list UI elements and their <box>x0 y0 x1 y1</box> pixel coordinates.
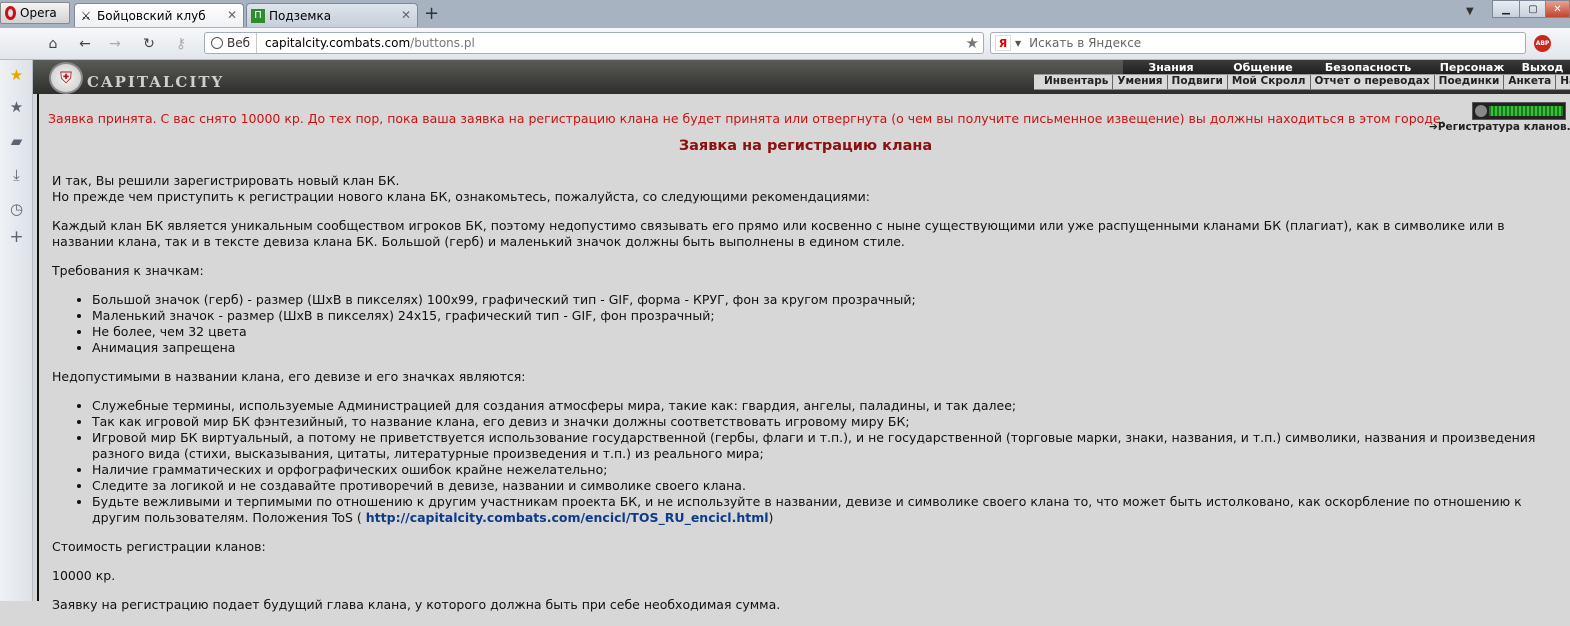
key-icon[interactable]: ⚷ <box>172 35 190 53</box>
tab-title: Бойцовский клуб <box>97 8 206 23</box>
sub-menu: Инвентарь Умения Подвиги Мой Скролл Отче… <box>1034 74 1570 90</box>
tos-link[interactable]: http://capitalcity.combats.com/encicl/TO… <box>366 510 769 525</box>
capitalcity-crest-icon: ⛨ <box>49 62 83 94</box>
clan-registry-label: Регистратура кланов. <box>1437 121 1570 133</box>
search-placeholder: Искать в Яндексе <box>1029 36 1142 50</box>
tab-podzemka[interactable]: П Подземка ✕ <box>246 3 418 27</box>
close-icon[interactable]: ✕ <box>227 8 237 22</box>
bookmarks-star-icon[interactable]: ★ <box>8 98 25 116</box>
new-tab-button[interactable]: + <box>424 3 439 24</box>
sub-menu-item-profile[interactable]: Анкета <box>1504 75 1557 89</box>
sub-menu-item-achievements[interactable]: Подвиги <box>1168 75 1228 89</box>
forbidden-heading: Недопустимыми в названии клана, его деви… <box>52 369 526 384</box>
page-title: Заявка на регистрацию клана <box>678 138 933 154</box>
list-item: Следите за логикой и не создавайте проти… <box>92 478 1567 494</box>
side-panel: ★ ★ ▰ ⤓ ◷ + <box>0 60 33 601</box>
downloads-icon[interactable]: ⤓ <box>8 166 25 184</box>
top-menu-item-knowledge[interactable]: Знания <box>1123 60 1219 74</box>
forward-icon[interactable]: → <box>106 35 124 53</box>
cost-label: Стоимость регистрации кланов: <box>52 539 266 554</box>
list-item: Большой значок (герб) - размер (ШхВ в пи… <box>92 292 1567 308</box>
home-icon[interactable]: ⌂ <box>44 35 62 53</box>
yandex-icon: Я <box>995 35 1011 51</box>
top-menu-item-chat[interactable]: Общение <box>1219 60 1307 74</box>
page-content: Заявка принята. С вас снято 10000 кр. До… <box>37 94 1570 612</box>
top-menu: Знания Общение Безопасность Персонаж Вых… <box>1123 60 1570 74</box>
reload-icon[interactable]: ↻ <box>140 35 158 53</box>
status-widget[interactable] <box>1472 102 1566 120</box>
list-item: Наличие грамматических и орфографических… <box>92 462 1567 478</box>
list-item: Не более, чем 32 цвета <box>92 324 1567 340</box>
tos-close-paren: ) <box>768 510 774 525</box>
navigation-bar: ⌂ ← → ↻ ⚷ Веб capitalcity.combats.com/bu… <box>0 28 1570 60</box>
sub-menu-item-inventory[interactable]: Инвентарь <box>1034 75 1114 89</box>
status-gear-icon <box>1475 105 1487 117</box>
notes-icon[interactable]: ▰ <box>8 132 25 150</box>
dungeon-icon: П <box>251 8 265 23</box>
maximize-button[interactable]: ▢ <box>1519 0 1547 18</box>
sub-menu-item-transfer-report[interactable]: Отчет о переводах <box>1311 75 1435 89</box>
sub-menu-item-settings[interactable]: Настройки <box>1556 75 1570 89</box>
sub-menu-item-my-scroll[interactable]: Мой Скролл <box>1228 75 1311 89</box>
site-info-chip[interactable]: Веб <box>205 33 258 53</box>
list-item: Служебные термины, используемые Админист… <box>92 398 1567 414</box>
bookmark-star-icon[interactable]: ★ <box>966 34 979 52</box>
minimize-button[interactable]: ▁ <box>1492 0 1520 18</box>
url-path: /buttons.pl <box>410 36 475 50</box>
tos-sentence: Будьте вежливыми и терпимыми по отношени… <box>92 494 1522 525</box>
cost-value: 10000 кр. <box>52 568 116 583</box>
notice-message: Заявка принята. С вас снято 10000 кр. До… <box>48 111 1445 126</box>
intro-line-1: И так, Вы решили зарегистрировать новый … <box>52 173 400 188</box>
search-field[interactable]: Я ▼ Искать в Яндексе <box>990 32 1526 54</box>
list-item: Маленький значок - размер (ШхВ в пикселя… <box>92 308 1567 324</box>
tab-menu-chevron-icon[interactable]: ▼ <box>1466 6 1474 17</box>
arrow-icon: ➔ <box>1429 121 1438 133</box>
clan-registry-link[interactable]: ➔Регистратура кланов. <box>1429 121 1570 133</box>
requirements-list: Большой значок (герб) - размер (ШхВ в пи… <box>52 292 1567 356</box>
list-item: Игровой мир БК виртуальный, а потому не … <box>92 430 1567 462</box>
intro-line-2: Но прежде чем приступить к регистрации н… <box>52 189 870 204</box>
url-text[interactable]: capitalcity.combats.com/buttons.pl <box>257 36 475 50</box>
history-clock-icon[interactable]: ◷ <box>8 200 25 218</box>
top-menu-item-character[interactable]: Персонаж <box>1429 60 1515 74</box>
globe-icon <box>211 37 223 49</box>
tab-fight-club[interactable]: ⚔ Бойцовский клуб ✕ <box>74 3 244 27</box>
adblock-icon[interactable]: ABP <box>1534 35 1551 52</box>
speed-dial-star-icon[interactable]: ★ <box>8 66 25 84</box>
web-chip-label: Веб <box>227 36 251 50</box>
article-body: И так, Вы решили зарегистрировать новый … <box>52 173 1567 626</box>
swords-icon: ⚔ <box>80 8 92 23</box>
window-close-button[interactable]: ✕ <box>1545 0 1570 18</box>
url-host: capitalcity.combats.com <box>265 36 411 50</box>
back-icon[interactable]: ← <box>76 35 94 53</box>
top-menu-item-security[interactable]: Безопасность <box>1307 60 1429 74</box>
list-item: Так как игровой мир БК фэнтезийный, то н… <box>92 414 1567 430</box>
address-bar[interactable]: Веб capitalcity.combats.com/buttons.pl ★ <box>204 32 984 54</box>
tab-strip: Opera ⚔ Бойцовский клуб ✕ П Подземка ✕ +… <box>0 0 1570 28</box>
sub-menu-item-skills[interactable]: Умения <box>1113 75 1168 89</box>
top-menu-item-exit[interactable]: Выход <box>1515 60 1570 74</box>
search-engine-dropdown-icon[interactable]: ▼ <box>1015 39 1021 48</box>
site-header: ⛨ CAPITALCITY Знания Общение Безопасност… <box>33 60 1570 94</box>
final-note: Заявку на регистрацию подает будущий гла… <box>52 597 781 612</box>
tab-title: Подземка <box>269 8 332 23</box>
uniqueness-paragraph: Каждый клан БК является уникальным сообщ… <box>52 218 1505 249</box>
forbidden-list: Служебные термины, используемые Админист… <box>52 398 1567 526</box>
close-icon[interactable]: ✕ <box>401 8 411 22</box>
requirements-heading: Требования к значкам: <box>52 263 204 278</box>
add-panel-icon[interactable]: + <box>8 227 25 247</box>
list-item: Будьте вежливыми и терпимыми по отношени… <box>92 494 1567 526</box>
opera-menu-button[interactable]: Opera <box>0 2 70 24</box>
sub-menu-item-battles[interactable]: Поединки <box>1435 75 1505 89</box>
status-bar <box>1489 106 1563 116</box>
opera-menu-label: Opera <box>20 6 57 20</box>
opera-logo-icon <box>5 6 16 20</box>
list-item: Анимация запрещена <box>92 340 1567 356</box>
site-logo-text: CAPITALCITY <box>87 73 225 91</box>
